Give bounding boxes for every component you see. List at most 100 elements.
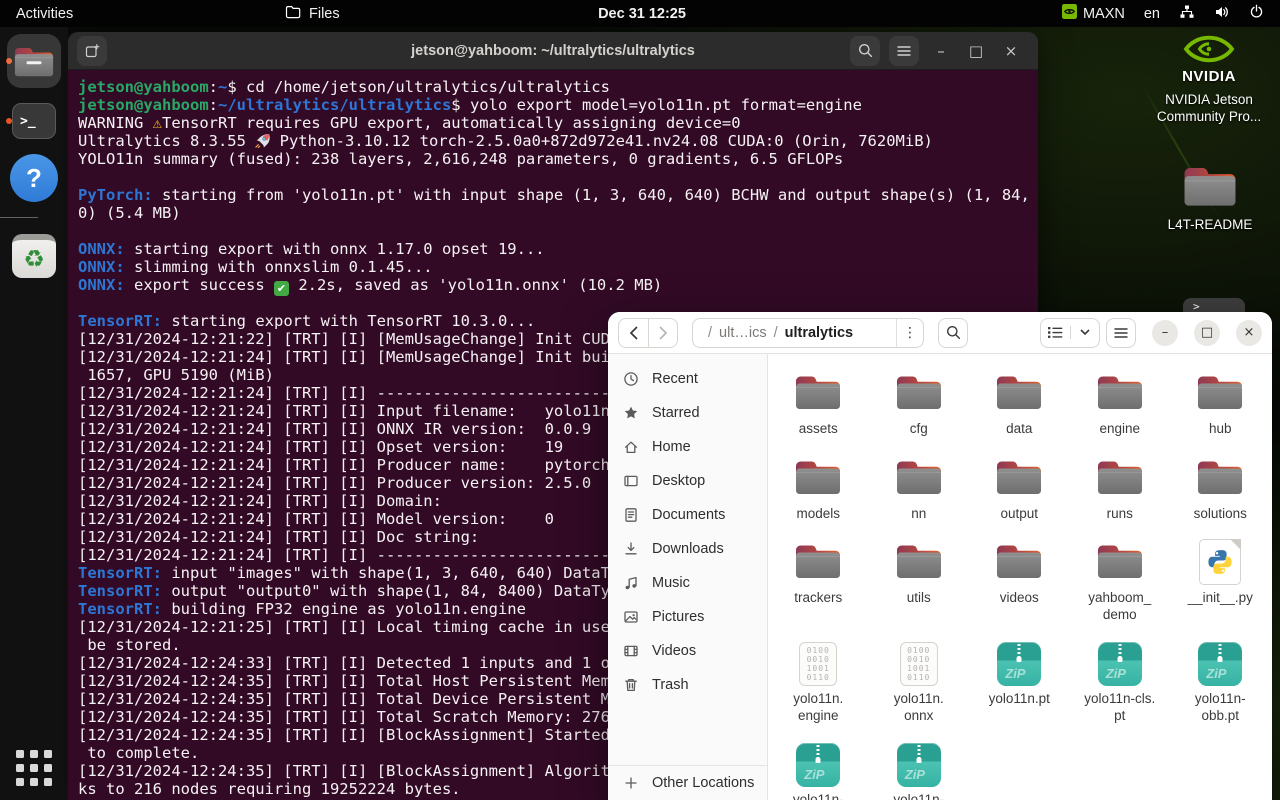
maximize-button[interactable]: □: [963, 42, 989, 60]
file-item[interactable]: ZiP yolo11n- pose.pt: [770, 737, 866, 800]
file-item[interactable]: 0100 0010 1001 0110 yolo11n. onnx: [871, 636, 967, 724]
check-icon: ✔: [273, 281, 289, 296]
folder-icon: [1096, 373, 1144, 416]
sidebar-item-recent[interactable]: Recent: [608, 362, 767, 396]
path-separator: /: [708, 324, 713, 341]
path-crumb-current[interactable]: ultralytics: [785, 325, 854, 341]
sidebar-item-downloads[interactable]: Downloads: [608, 532, 767, 566]
file-item[interactable]: ZiP yolo11n- seg.pt: [871, 737, 967, 800]
file-item[interactable]: data: [971, 366, 1067, 438]
terminal-line: 0) (5.4 MB): [78, 204, 181, 222]
file-item[interactable]: ZiP yolo11n- obb.pt: [1172, 636, 1268, 724]
chevron-down-icon[interactable]: [1071, 329, 1100, 336]
folder-icon: [1196, 373, 1244, 416]
trash-icon: [623, 677, 639, 693]
desktop-icon: [623, 473, 639, 489]
file-item[interactable]: models: [770, 451, 866, 523]
zip-archive-icon: ZiP: [896, 743, 941, 787]
close-button[interactable]: ×: [1236, 319, 1262, 346]
file-item[interactable]: output: [971, 451, 1067, 523]
volume-icon[interactable]: [1214, 4, 1230, 24]
maximize-button[interactable]: □: [1194, 319, 1220, 346]
new-tab-button[interactable]: [77, 35, 107, 66]
dock-item-files[interactable]: [0, 34, 68, 88]
file-item[interactable]: ZiP yolo11n-cls. pt: [1072, 636, 1168, 724]
keyboard-layout-indicator[interactable]: en: [1144, 6, 1160, 22]
network-icon[interactable]: [1179, 4, 1195, 24]
sidebar-item-label: Pictures: [652, 609, 705, 625]
back-button[interactable]: [618, 317, 648, 348]
clock[interactable]: Dec 31 12:25: [598, 6, 686, 22]
warning-icon: ⚠: [152, 114, 162, 132]
file-item[interactable]: __init__.py: [1172, 535, 1268, 623]
file-item[interactable]: runs: [1072, 451, 1168, 523]
file-item[interactable]: cfg: [871, 366, 967, 438]
app-menu[interactable]: Files: [285, 5, 340, 23]
sidebar-item-other-locations[interactable]: Other Locations: [608, 766, 767, 800]
folder-icon: [1096, 458, 1144, 501]
files-search-button[interactable]: [938, 317, 968, 348]
terminal-menu-button[interactable]: [889, 35, 919, 66]
file-item[interactable]: 0100 0010 1001 0110 yolo11n. engine: [770, 636, 866, 724]
file-item[interactable]: trackers: [770, 535, 866, 623]
forward-button[interactable]: [648, 317, 678, 348]
file-item[interactable]: solutions: [1172, 451, 1268, 523]
activities-button[interactable]: Activities: [8, 6, 81, 22]
sidebar-item-videos[interactable]: Videos: [608, 634, 767, 668]
folder-icon: [995, 458, 1043, 501]
file-item[interactable]: assets: [770, 366, 866, 438]
path-crumb-parent[interactable]: ult…ics: [719, 325, 767, 341]
top-bar: Activities Files Dec 31 12:25 MAXN en: [0, 0, 1280, 27]
sidebar-item-home[interactable]: Home: [608, 430, 767, 464]
path-bar[interactable]: / ult…ics / ultralytics ⋮: [692, 317, 924, 348]
file-item[interactable]: hub: [1172, 366, 1268, 438]
power-icon[interactable]: [1249, 4, 1264, 23]
file-item[interactable]: nn: [871, 451, 967, 523]
nvidia-wordmark: NVIDIA: [1182, 68, 1236, 85]
desktop-icon-label: L4T-README: [1167, 217, 1253, 232]
file-item[interactable]: yahboom_ demo: [1072, 535, 1168, 623]
path-options-icon[interactable]: ⋮: [896, 318, 923, 347]
dock-item-terminal[interactable]: >_: [0, 103, 68, 139]
view-toggle-button[interactable]: [1040, 317, 1100, 348]
show-applications-button[interactable]: [16, 750, 52, 786]
terminal-search-button[interactable]: [850, 35, 880, 66]
terminal-headerbar[interactable]: jetson@yahboom: ~/ultralytics/ultralytic…: [68, 32, 1038, 70]
dock-item-trash[interactable]: ♻: [0, 234, 68, 278]
nvidia-icon: [1061, 4, 1077, 23]
terminal-line: WARNING ⚠TensorRT requires GPU export, a…: [78, 114, 741, 132]
sidebar-item-music[interactable]: Music: [608, 566, 767, 600]
file-item[interactable]: videos: [971, 535, 1067, 623]
file-item[interactable]: ZiP yolo11n.pt: [971, 636, 1067, 724]
dock: >_? ♻: [0, 27, 68, 800]
terminal-line: PyTorch: starting from 'yolo11n.pt' with…: [78, 186, 1038, 204]
minimize-button[interactable]: –: [928, 42, 954, 60]
files-headerbar[interactable]: / ult…ics / ultralytics ⋮ – □ ×: [608, 312, 1272, 354]
desktop-icon-l4t-readme[interactable]: L4T-README: [1150, 164, 1270, 232]
file-item-label: videos: [999, 590, 1039, 605]
sidebar-item-documents[interactable]: Documents: [608, 498, 767, 532]
minimize-button[interactable]: –: [1152, 319, 1178, 346]
sidebar-item-starred[interactable]: Starred: [608, 396, 767, 430]
file-item-label: yolo11n.pt: [988, 691, 1050, 706]
files-menu-button[interactable]: [1106, 317, 1136, 348]
zip-archive-icon: ZiP: [796, 743, 841, 787]
sidebar-item-trash[interactable]: Trash: [608, 668, 767, 702]
file-item[interactable]: utils: [871, 535, 967, 623]
sidebar-item-desktop[interactable]: Desktop: [608, 464, 767, 498]
terminal-line: ONNX: slimming with onnxslim 0.1.45...: [78, 258, 433, 276]
dock-item-help[interactable]: ?: [0, 154, 68, 202]
sidebar-item-pictures[interactable]: Pictures: [608, 600, 767, 634]
file-item[interactable]: engine: [1072, 366, 1168, 438]
trash-icon: ♻: [12, 234, 56, 278]
hamburger-menu-icon: [1114, 327, 1128, 338]
list-view-icon[interactable]: [1041, 326, 1071, 339]
sidebar-item-label: Music: [652, 575, 690, 591]
close-button[interactable]: ×: [998, 42, 1024, 60]
terminal-icon: >_: [12, 103, 56, 139]
desktop-icon-nvidia-jetson[interactable]: NVIDIA NVIDIA Jetson Community Pro...: [1148, 33, 1270, 125]
folder-icon: [1196, 458, 1244, 501]
power-mode-indicator[interactable]: MAXN: [1061, 4, 1125, 23]
